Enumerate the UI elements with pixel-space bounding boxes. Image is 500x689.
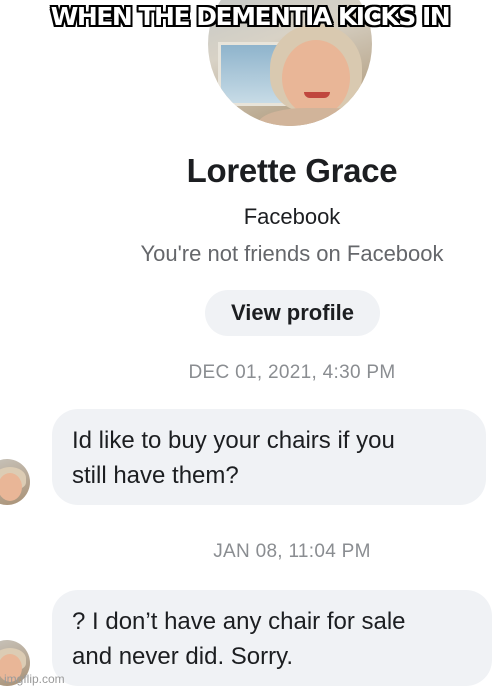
message-timestamp: DEC 01, 2021, 4:30 PM: [188, 362, 396, 383]
sender-avatar[interactable]: [0, 459, 30, 505]
message-text-line: still have them?: [72, 462, 239, 489]
message-text-line: and never did. Sorry.: [72, 643, 294, 670]
photo-shirt: [258, 108, 372, 126]
message-bubble[interactable]: Id like to buy your chairs if you still …: [52, 409, 486, 505]
friend-status: You're not friends on Facebook: [140, 241, 444, 266]
profile-platform: Facebook: [243, 204, 341, 229]
meme-caption: WHEN THE DEMENTIA KICKS IN: [50, 2, 451, 31]
view-profile-button[interactable]: View profile: [205, 290, 380, 336]
message-text-line: Id like to buy your chairs if you: [72, 427, 395, 454]
message-timestamp: JAN 08, 11:04 PM: [213, 541, 371, 562]
avatar-face: [0, 473, 22, 501]
photo-face: [282, 40, 350, 116]
profile-name: Lorette Grace: [186, 152, 398, 189]
photo-mouth: [304, 92, 330, 98]
message-bubble[interactable]: ? I don’t have any chair for sale and ne…: [52, 590, 492, 686]
imgflip-watermark: imgflip.com: [4, 672, 65, 686]
message-text-line: ? I don’t have any chair for sale: [72, 608, 406, 635]
